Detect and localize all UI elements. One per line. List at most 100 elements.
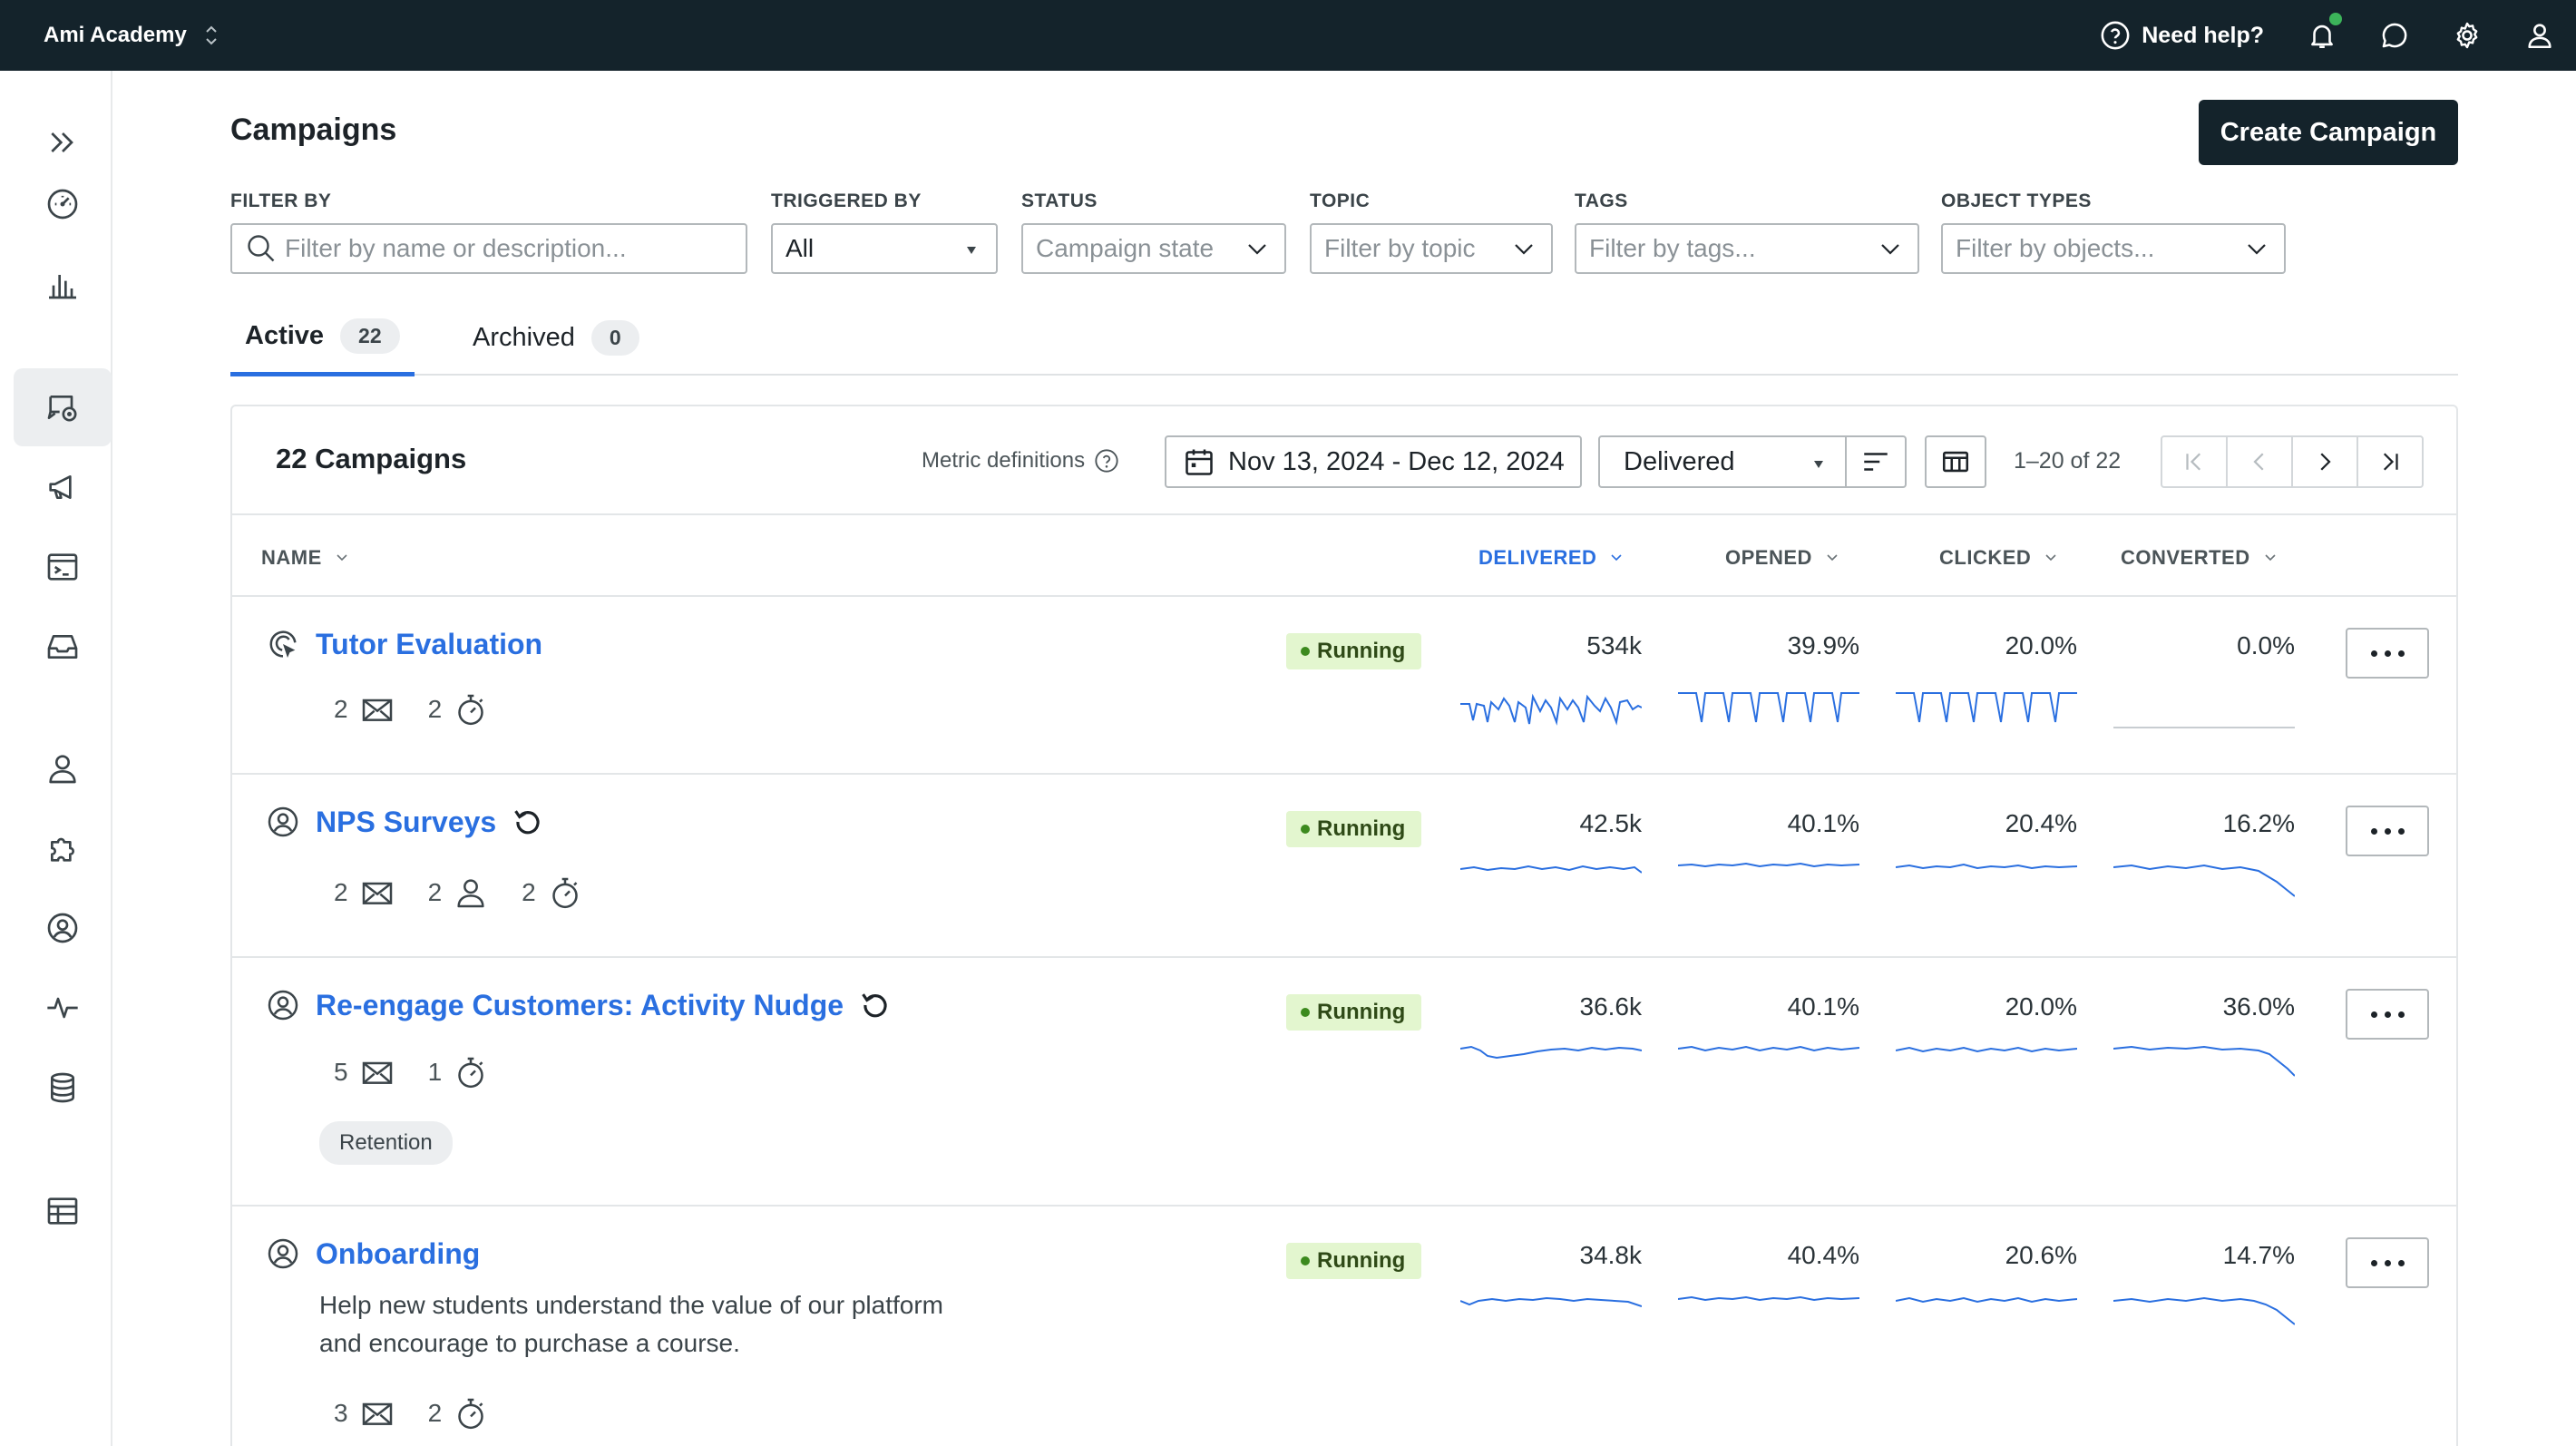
megaphone-icon xyxy=(49,475,72,499)
settings-button[interactable] xyxy=(2431,0,2503,71)
person-icon xyxy=(49,755,76,784)
campaign-name-cell: Tutor Evaluation xyxy=(265,626,542,662)
nav-data[interactable] xyxy=(14,1049,112,1127)
dot xyxy=(2384,650,2391,657)
timer-count: 2 xyxy=(522,874,583,911)
converted-sparkline xyxy=(2113,1296,2295,1325)
table-row[interactable]: NPS Surveys 2 2 2 Running 42.5k 40.1% 20… xyxy=(232,777,2456,958)
campaign-name-cell: Re-engage Customers: Activity Nudge xyxy=(265,987,893,1023)
prev-page-button[interactable] xyxy=(2226,435,2293,488)
workspace-switcher[interactable]: Ami Academy xyxy=(44,0,220,71)
notifications-button[interactable] xyxy=(2286,0,2358,71)
columns-button[interactable] xyxy=(1925,435,1986,488)
tab-active-label: Active xyxy=(245,320,325,350)
chevron-down-icon xyxy=(1515,244,1533,255)
chat-bubble-icon xyxy=(2382,23,2407,48)
create-campaign-button[interactable]: Create Campaign xyxy=(2199,100,2458,165)
opened-value: 40.1% xyxy=(1787,809,1859,837)
user-circle-icon xyxy=(47,913,78,943)
nav-integrations[interactable] xyxy=(14,809,112,887)
nav-content[interactable] xyxy=(14,1172,112,1250)
row-actions-button[interactable] xyxy=(2346,806,2429,856)
person-icon xyxy=(457,879,484,908)
row-actions-button[interactable] xyxy=(2346,1237,2429,1288)
chevrons-right-icon xyxy=(51,132,73,152)
nav-segments[interactable] xyxy=(14,889,112,967)
status-badge: Running xyxy=(1286,994,1422,1031)
metric-select[interactable]: Delivered xyxy=(1598,435,1847,488)
chevron-up-down-icon xyxy=(206,25,217,45)
object-types-select[interactable]: Filter by objects... xyxy=(1941,223,2286,274)
status-label: Running xyxy=(1317,639,1406,663)
segment-trigger-icon xyxy=(268,990,298,1021)
campaign-link[interactable]: NPS Surveys xyxy=(316,806,496,839)
messages-button[interactable] xyxy=(2358,0,2431,71)
campaign-link[interactable]: Re-engage Customers: Activity Nudge xyxy=(316,989,844,1022)
dot xyxy=(2370,827,2377,835)
date-range-picker[interactable]: Nov 13, 2024 - Dec 12, 2024 xyxy=(1165,435,1582,488)
clicked-sparkline xyxy=(1896,1296,2077,1304)
table-row[interactable]: Tutor Evaluation 2 2 Running 534k 39.9% … xyxy=(232,599,2456,775)
triggered-by-label: TRIGGERED BY xyxy=(771,191,922,211)
nav-activity[interactable] xyxy=(14,969,112,1047)
nav-broadcasts[interactable] xyxy=(14,448,112,526)
first-page-button[interactable] xyxy=(2161,435,2228,488)
object-types-group: OBJECT TYPES Filter by objects... xyxy=(1941,191,2286,274)
next-page-button[interactable] xyxy=(2291,435,2358,488)
last-page-button[interactable] xyxy=(2356,435,2424,488)
table-row[interactable]: Re-engage Customers: Activity Nudge 5 1 … xyxy=(232,960,2456,1207)
dot xyxy=(2397,1011,2405,1018)
nav-inbox[interactable] xyxy=(14,608,112,686)
campaign-link[interactable]: Onboarding xyxy=(316,1237,480,1271)
campaign-meta: 3 2 xyxy=(334,1395,522,1431)
dot xyxy=(2370,1259,2377,1266)
tab-archived[interactable]: Archived 0 xyxy=(458,299,654,376)
dot xyxy=(2370,650,2377,657)
tab-active[interactable]: Active 22 xyxy=(230,299,415,376)
notification-badge xyxy=(2329,13,2342,25)
email-count-value: 3 xyxy=(334,1399,348,1427)
filter-by-group: FILTER BY Filter by name or description.… xyxy=(230,191,747,274)
chevron-down-icon xyxy=(337,554,347,562)
column-delivered-label: DELIVERED xyxy=(1478,546,1597,569)
column-name[interactable]: NAME xyxy=(261,546,349,570)
tags-select[interactable]: Filter by tags... xyxy=(1575,223,1919,274)
sort-button[interactable] xyxy=(1845,435,1907,488)
tags-group: TAGS Filter by tags... xyxy=(1575,191,1919,274)
timer-count: 2 xyxy=(428,1395,490,1431)
chevron-down-icon xyxy=(1881,244,1899,255)
column-opened[interactable]: OPENED xyxy=(1725,546,1839,570)
nav-people[interactable] xyxy=(14,729,112,807)
campaign-tag[interactable]: Retention xyxy=(319,1121,453,1165)
row-actions-button[interactable] xyxy=(2346,989,2429,1040)
topic-select[interactable]: Filter by topic xyxy=(1310,223,1553,274)
segment-trigger-icon xyxy=(268,1238,298,1269)
nav-analytics[interactable] xyxy=(14,245,112,323)
column-delivered[interactable]: DELIVERED xyxy=(1478,546,1624,570)
converted-value: 14.7% xyxy=(2222,1241,2295,1269)
tab-archived-label: Archived xyxy=(473,322,575,352)
triggered-by-select[interactable]: All xyxy=(771,223,998,274)
metric-definitions-link[interactable]: Metric definitions xyxy=(922,448,1119,474)
envelope-icon xyxy=(362,699,392,721)
status-select[interactable]: Campaign state xyxy=(1021,223,1286,274)
pagination-info: 1–20 of 22 xyxy=(2014,448,2122,474)
help-link[interactable]: Need help? xyxy=(2100,20,2264,51)
account-button[interactable] xyxy=(2503,0,2576,71)
dot xyxy=(2370,1011,2377,1018)
column-converted[interactable]: CONVERTED xyxy=(2121,546,2278,570)
nav-transactional[interactable] xyxy=(14,528,112,606)
chevron-down-icon xyxy=(2248,244,2266,255)
campaign-link[interactable]: Tutor Evaluation xyxy=(316,628,542,661)
table-row[interactable]: Onboarding Help new students understand … xyxy=(232,1208,2456,1446)
row-actions-button[interactable] xyxy=(2346,628,2429,679)
stopwatch-icon xyxy=(551,877,578,909)
opened-sparkline xyxy=(1678,692,1859,723)
filter-by-input[interactable]: Filter by name or description... xyxy=(230,223,747,274)
column-clicked[interactable]: CLICKED xyxy=(1939,546,2058,570)
timer-count-value: 1 xyxy=(427,1058,443,1086)
nav-campaigns[interactable] xyxy=(14,368,112,446)
nav-dashboard[interactable] xyxy=(14,165,112,243)
opened-sparkline xyxy=(1678,862,1859,868)
top-bar: Ami Academy Need help? xyxy=(0,0,2576,71)
